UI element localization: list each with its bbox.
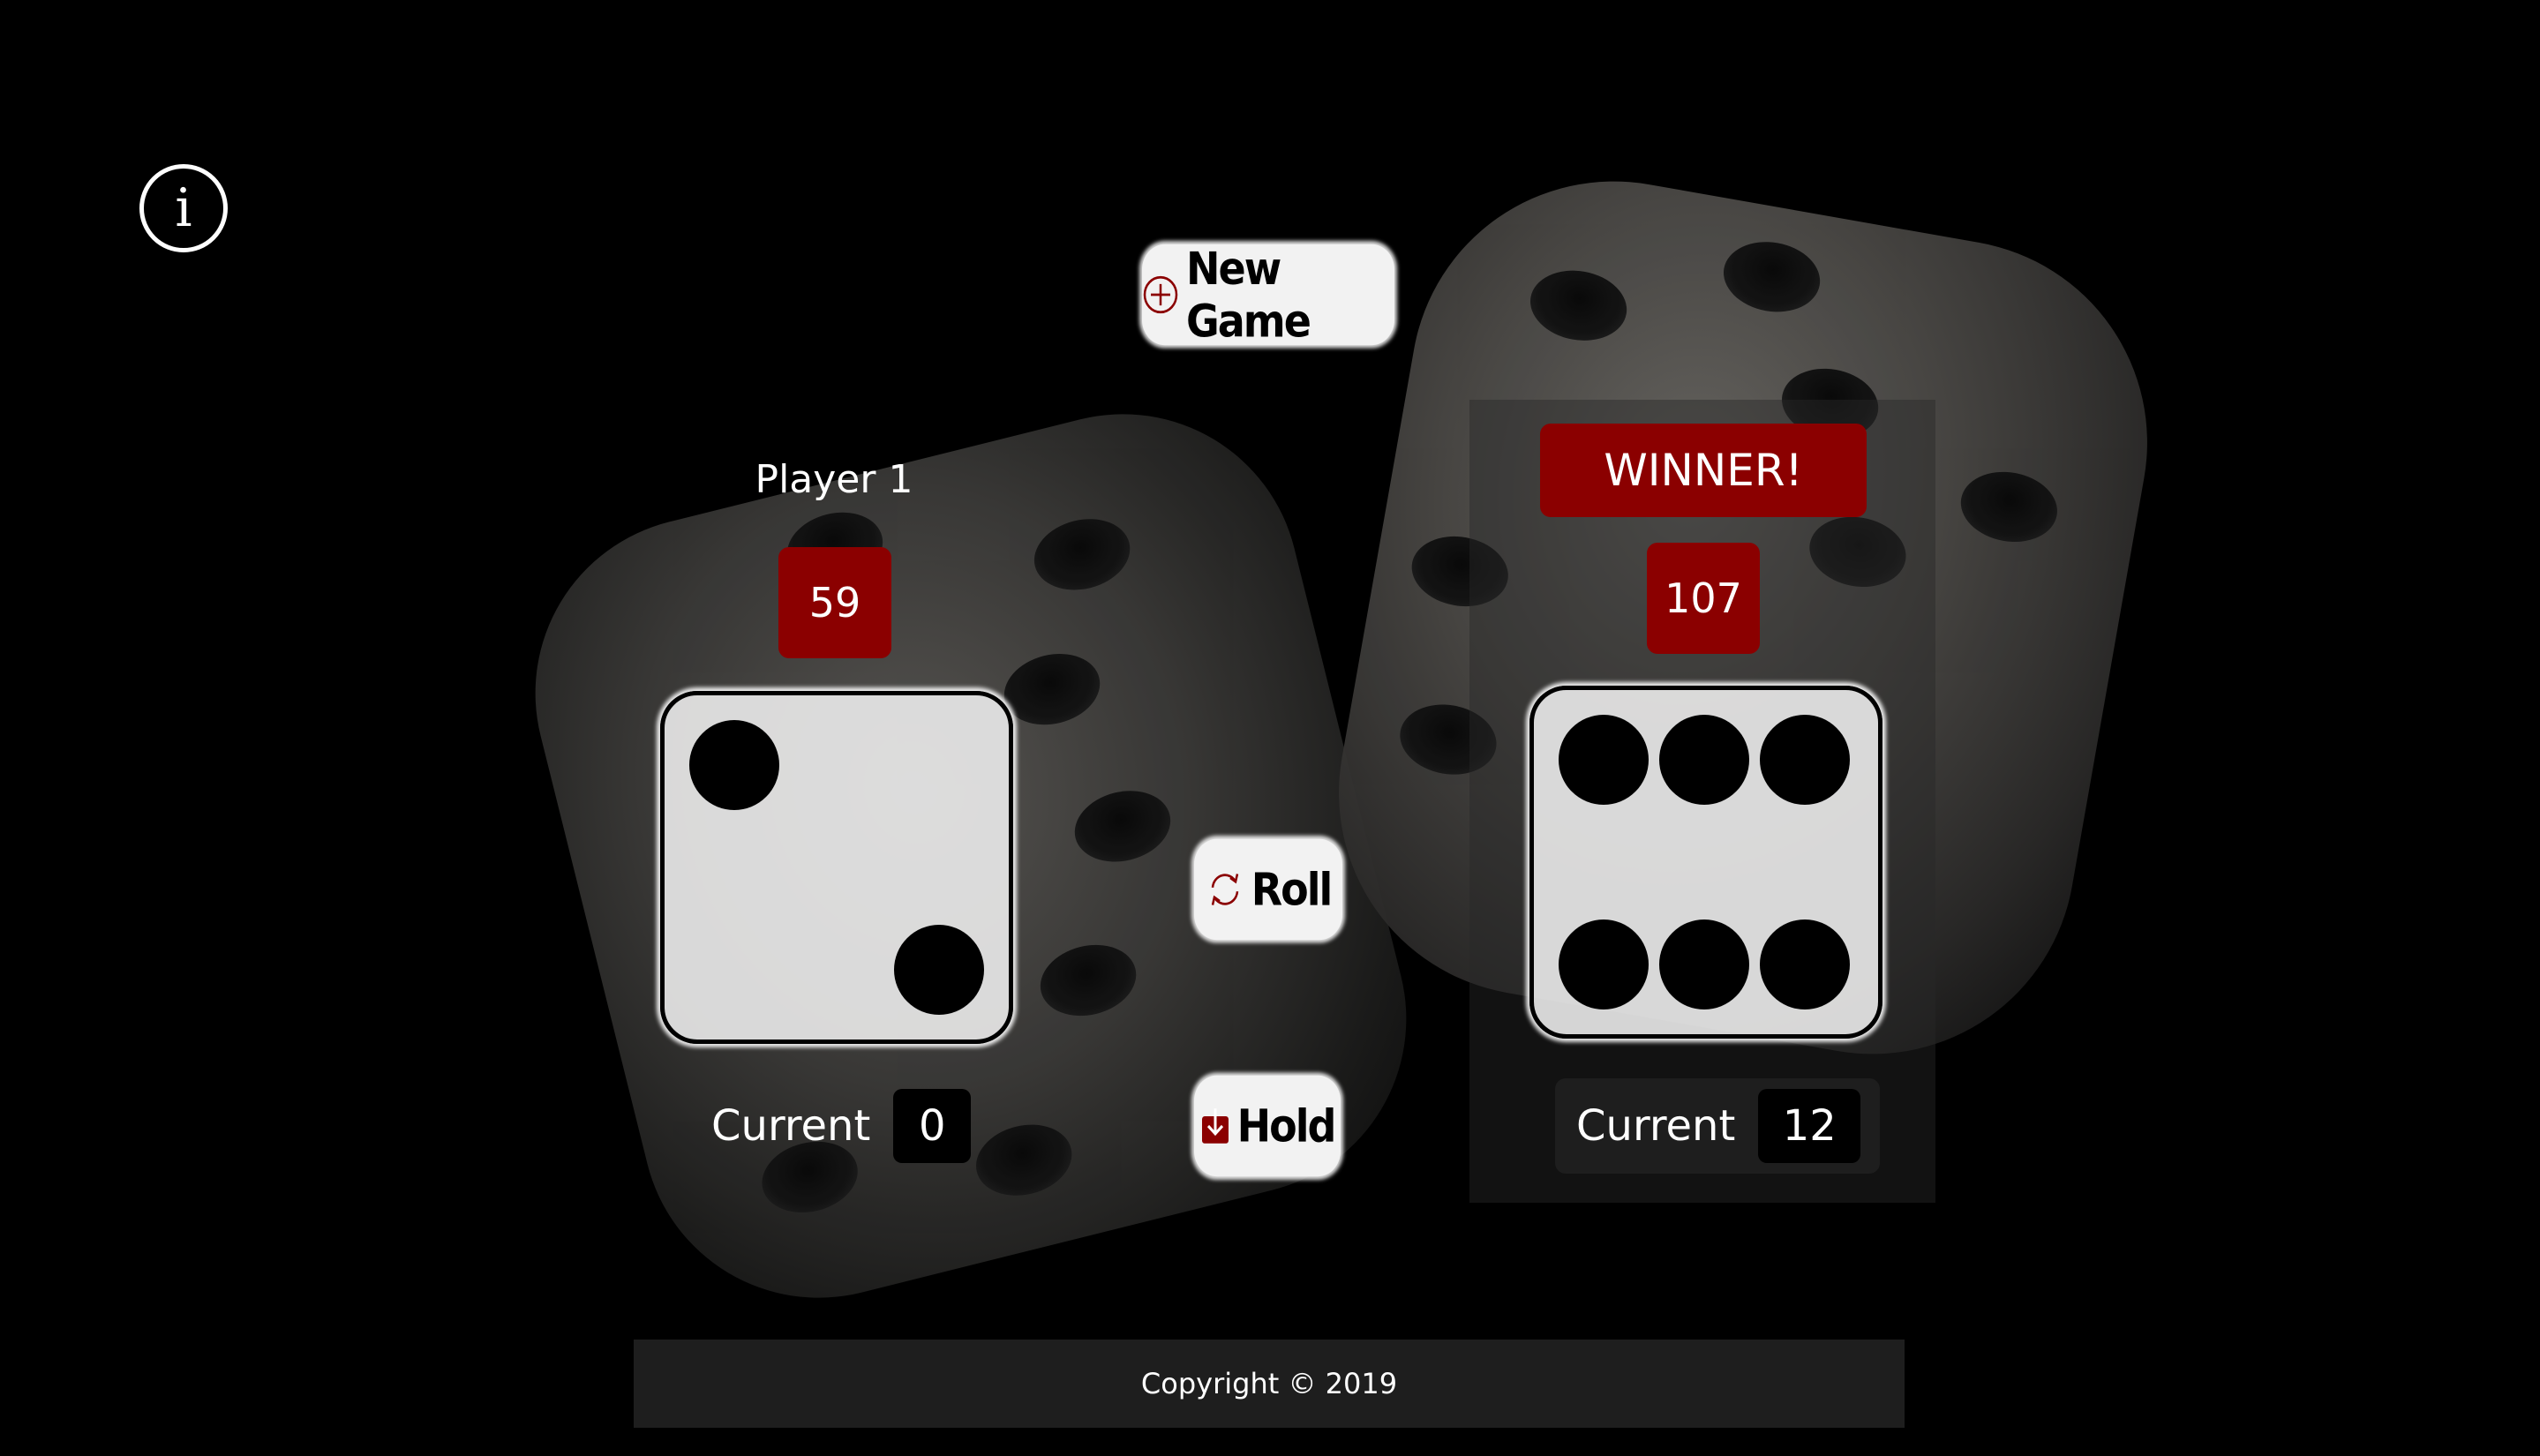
refresh-icon	[1206, 868, 1244, 911]
die-pip	[894, 925, 984, 1015]
plus-circle-icon	[1142, 274, 1179, 315]
background-pip	[1717, 234, 1826, 319]
die-pip	[1559, 715, 1649, 805]
current-label: Current	[711, 1101, 871, 1151]
current-value: 0	[893, 1089, 972, 1163]
die-pip	[689, 720, 779, 810]
download-icon	[1200, 1107, 1230, 1145]
background-pip	[1033, 934, 1144, 1026]
background-pip	[1026, 509, 1138, 600]
player-1-score: 59	[778, 547, 891, 658]
die-pip	[1559, 919, 1649, 1009]
player-1-name: Player 1	[755, 457, 913, 502]
die-pip	[1659, 919, 1749, 1009]
background-pip	[1524, 263, 1633, 349]
background-pip	[996, 643, 1108, 735]
hold-button[interactable]: Hold	[1194, 1075, 1341, 1177]
game-page: i New Game Player 1 59 Current 0 Roll Ho…	[0, 0, 2540, 1456]
player-2-die	[1529, 686, 1882, 1039]
footer: Copyright © 2019	[634, 1340, 1905, 1428]
new-game-button[interactable]: New Game	[1142, 242, 1394, 348]
roll-label: Roll	[1251, 863, 1334, 916]
current-label: Current	[1576, 1101, 1736, 1151]
info-icon[interactable]: i	[139, 164, 228, 252]
background-pip	[1067, 781, 1178, 872]
winner-badge: WINNER!	[1540, 424, 1867, 517]
current-value: 12	[1758, 1089, 1861, 1163]
player-1-current: Current 0	[711, 1089, 972, 1163]
hold-label: Hold	[1236, 1100, 1337, 1152]
background-pip	[968, 1115, 1079, 1205]
roll-button[interactable]: Roll	[1194, 838, 1342, 941]
player-2-current: Current 12	[1555, 1078, 1881, 1174]
player-2-score: 107	[1647, 543, 1760, 654]
die-pip	[1760, 715, 1850, 805]
die-pip	[1760, 919, 1850, 1009]
copyright-text: Copyright © 2019	[1140, 1367, 1398, 1400]
die-pip	[1659, 715, 1749, 805]
new-game-label: New Game	[1186, 242, 1311, 348]
background-pip	[1955, 464, 2063, 550]
player-1-die	[660, 691, 1013, 1044]
